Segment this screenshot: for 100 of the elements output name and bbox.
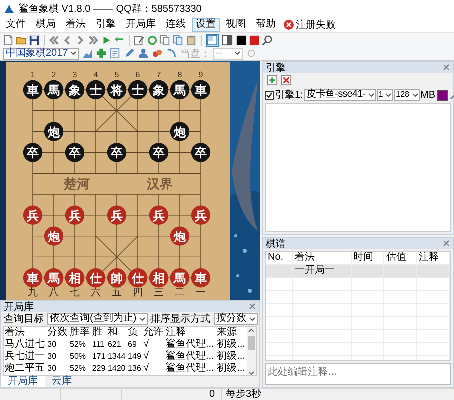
chess-piece[interactable]: 炮 [170, 226, 190, 246]
chess-piece[interactable]: 炮 [44, 122, 64, 142]
chess-piece[interactable]: 馬 [170, 268, 190, 288]
table-cell-text: 鲨鱼代理... [164, 363, 216, 375]
chess-piece[interactable]: 兵 [107, 206, 127, 225]
column-header: 分数 [46, 327, 69, 339]
chess-piece[interactable]: 卒 [23, 143, 43, 162]
close-icon[interactable] [443, 240, 450, 247]
window-title: 鲨鱼象棋 V1.8.0 —— QQ群：585573330 [19, 2, 202, 16]
menu-item[interactable]: 开局库 [122, 18, 160, 32]
chess-piece[interactable]: 帥 [107, 268, 127, 288]
edit-icon[interactable] [134, 34, 145, 46]
dropdown[interactable]: 按分数 [214, 313, 258, 325]
column-header: 和 [106, 327, 119, 339]
column-header: 负 [127, 327, 140, 339]
chess-piece[interactable]: 兵 [149, 206, 169, 225]
table-cell-text: 69 [127, 339, 138, 351]
tab[interactable]: 开局库 [1, 376, 45, 387]
pieces-icon[interactable] [152, 48, 164, 59]
file-number: 7 [156, 70, 162, 80]
scrollbar[interactable] [247, 327, 256, 375]
chess-piece[interactable]: 炮 [44, 226, 64, 246]
dropdown[interactable]: 1 [376, 89, 394, 101]
close-icon[interactable] [443, 64, 450, 71]
dropdown[interactable]: 128 [394, 89, 420, 101]
table-cell-text: 1420 [106, 363, 127, 375]
table-cell-text: 30 [46, 351, 58, 363]
chess-piece[interactable]: 士 [86, 80, 106, 100]
status-text: 0 [209, 389, 215, 400]
chess-piece[interactable]: 相 [65, 268, 85, 288]
file-number: 七 [70, 288, 80, 298]
chess-piece[interactable]: 象 [149, 80, 169, 100]
copy-icon[interactable] [173, 34, 184, 46]
chess-piece[interactable]: 兵 [65, 206, 85, 225]
chess-piece[interactable]: 馬 [44, 80, 64, 100]
plus-icon[interactable] [96, 48, 108, 59]
chess-piece[interactable]: 炮 [170, 122, 190, 142]
chess-piece[interactable]: 兵 [23, 206, 43, 225]
menu-item[interactable]: 引擎 [92, 18, 120, 32]
split-view-icon[interactable] [222, 34, 233, 46]
column-header: 来源 [216, 327, 238, 338]
chess-piece[interactable]: 士 [128, 80, 148, 100]
table-cell-text: 30 [46, 363, 58, 375]
label: 排序显示方式 [150, 312, 211, 326]
menu-item[interactable]: 连线 [162, 18, 190, 32]
chess-piece[interactable]: 仕 [86, 268, 106, 288]
chess-piece[interactable]: 車 [23, 268, 43, 288]
search-icon[interactable] [262, 34, 273, 46]
dropdown[interactable]: 依次查询(查到为止) [47, 313, 148, 325]
menu-item[interactable]: 注册失败 [296, 18, 336, 32]
chess-piece[interactable]: 車 [191, 268, 211, 288]
chess-piece[interactable]: 相 [149, 268, 169, 288]
double-left-icon[interactable] [49, 34, 60, 46]
copy-icon[interactable] [160, 34, 171, 46]
chess-piece[interactable]: 卒 [191, 143, 211, 162]
chess-piece[interactable]: 馬 [44, 268, 64, 288]
table-cell-text: √ [142, 351, 150, 363]
table-cell-text: 初级... [216, 351, 246, 362]
comment-field[interactable]: 此处编辑注释... [265, 363, 451, 385]
person-icon[interactable] [138, 48, 150, 59]
chess-piece[interactable]: 卒 [107, 143, 127, 162]
save-icon[interactable] [29, 34, 40, 46]
dropdown[interactable]: 皮卡鱼-sse41- [304, 89, 376, 101]
chess-piece[interactable]: 車 [23, 80, 43, 100]
color-swatch[interactable] [436, 90, 448, 100]
double-right-icon[interactable] [88, 34, 99, 46]
chess-piece[interactable]: 馬 [170, 80, 190, 100]
table-cell[interactable]: 一开局一 [292, 264, 352, 278]
dropdown[interactable]: 中国象棋2017 [3, 48, 80, 60]
caret-icon [248, 316, 256, 322]
add-icon[interactable] [267, 74, 278, 86]
chess-piece[interactable]: 兵 [191, 206, 211, 225]
menu-item[interactable]: 着法 [62, 18, 90, 32]
menu-item[interactable]: 帮助 [252, 18, 280, 32]
checkbox[interactable] [265, 90, 274, 100]
table-cell-text: 52% [69, 363, 88, 375]
chess-piece[interactable]: 象 [65, 80, 85, 100]
board-view-icon[interactable] [207, 34, 218, 46]
chess-piece[interactable]: 卒 [65, 143, 85, 162]
chess-piece[interactable]: 仕 [128, 268, 148, 288]
menu-item[interactable]: 棋局 [32, 18, 60, 32]
close-icon[interactable] [249, 303, 256, 310]
table-cell-text: √ [142, 339, 150, 351]
tab[interactable]: 云库 [45, 376, 79, 387]
square-icon[interactable] [236, 34, 247, 46]
table-cell-text: √ [142, 363, 150, 375]
panel-title: 棋谱 [266, 238, 286, 250]
caret-icon [138, 316, 146, 322]
menu-item[interactable]: 设置 [192, 18, 220, 32]
caret-icon [368, 92, 375, 98]
menu-item[interactable]: 文件 [2, 18, 30, 32]
paste-icon[interactable] [186, 34, 197, 46]
delete-icon[interactable] [281, 74, 292, 86]
menu-item[interactable]: 视图 [222, 18, 250, 32]
file-number: 三 [154, 288, 164, 298]
chess-piece[interactable]: 車 [191, 80, 211, 100]
new-document-icon[interactable] [3, 34, 14, 46]
chess-piece[interactable]: 卒 [149, 143, 169, 162]
chess-piece[interactable]: 将 [107, 80, 127, 100]
table-cell-text: 136 [127, 363, 142, 375]
